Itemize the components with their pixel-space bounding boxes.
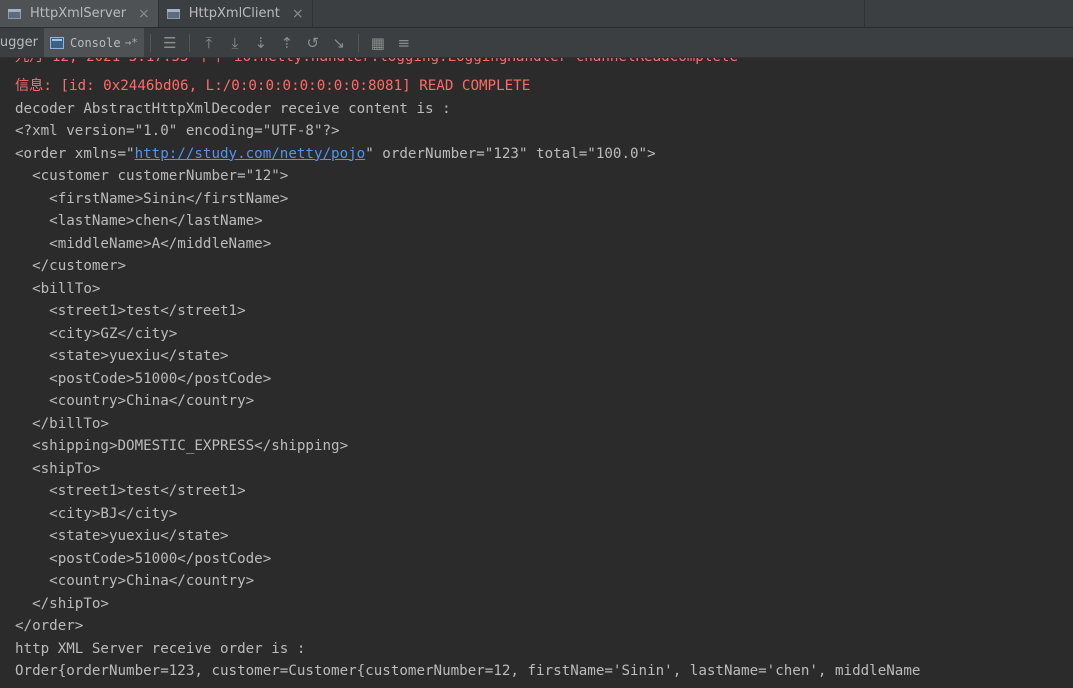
tab-label: HttpXmlServer [30, 6, 127, 21]
log-info-line: 信息: [id: 0x2446bd06, L:/0:0:0:0:0:0:0:0:… [15, 78, 531, 94]
toolbar-divider [357, 33, 359, 52]
xml-text: <order xmlns=" [15, 145, 135, 162]
step-out-icon[interactable]: ⇡ [274, 32, 300, 54]
console-line: <country>China</country> [15, 573, 255, 589]
console-line: <shipTo> [15, 460, 101, 477]
toolbar-divider [149, 33, 151, 52]
console-line: <lastName>chen</lastName> [15, 213, 263, 229]
console-line: <firstName>Sinin</firstName> [15, 190, 289, 207]
console-line: <billTo> [15, 280, 101, 297]
console-line: <city>BJ</city> [15, 505, 178, 522]
console-line: <order xmlns="http://study.com/netty/poj… [15, 143, 656, 166]
debugger-label: Debugger [0, 35, 38, 50]
console-line: <state>yuexiu</state> [15, 348, 229, 364]
application-window-icon [8, 8, 22, 20]
pin-icon[interactable]: →* [125, 36, 138, 49]
run-toolbar: Debugger Console →* ☰ ⤒ ⤓ ⇣ ⇡ ↺ ↘ ▦ ≡ [0, 28, 1073, 58]
namespace-link[interactable]: http://study.com/netty/pojo [135, 146, 366, 162]
tab-bar-right-area [864, 0, 1073, 27]
console-line: <middleName>A</middleName> [15, 235, 272, 252]
toolbar-divider [188, 33, 190, 52]
console-icon [50, 36, 64, 49]
tab-httpxmlserver[interactable]: HttpXmlServer × [0, 0, 159, 27]
console-line: <street1>test</street1> [15, 303, 246, 319]
console-line: <postCode>51000</postCode> [15, 370, 272, 387]
console-line: </billTo> [15, 415, 109, 432]
scroll-to-top-icon[interactable]: ⤒ [196, 32, 222, 54]
list-settings-icon[interactable]: ≡ [391, 32, 417, 54]
restart-icon[interactable]: ↺ [300, 32, 326, 54]
console-line: <country>China</country> [15, 393, 255, 409]
console-line: <customer customerNumber="12"> [15, 168, 289, 184]
console-line: </customer> [15, 258, 127, 274]
console-line: <shipping>DOMESTIC_EXPRESS</shipping> [15, 438, 349, 454]
console-line: </shipTo> [15, 595, 109, 612]
cursor-icon[interactable]: ↘ [326, 32, 352, 54]
log-timestamp-line: 九月 12, 2021 3:17:53 下午 io.netty.handler.… [15, 58, 738, 69]
step-into-icon[interactable]: ⇣ [248, 32, 274, 54]
console-line: <?xml version="1.0" encoding="UTF-8"?> [15, 123, 340, 139]
table-icon[interactable]: ▦ [365, 32, 391, 54]
menu-icon[interactable]: ☰ [157, 32, 183, 54]
tab-console[interactable]: Console →* [44, 28, 144, 57]
console-line: <state>yuexiu</state> [15, 528, 229, 544]
close-icon[interactable]: × [292, 6, 304, 22]
close-icon[interactable]: × [138, 6, 150, 22]
console-line: decoder AbstractHttpXmlDecoder receive c… [15, 100, 451, 117]
xml-text: " orderNumber="123" total="100.0"> [365, 145, 656, 162]
console-line: </order> [15, 618, 84, 634]
console-label: Console [70, 35, 121, 50]
console-line: http XML Server receive order is : [15, 640, 306, 657]
console-output: 九月 12, 2021 3:17:53 下午 io.netty.handler.… [0, 58, 1073, 688]
console-line: <postCode>51000</postCode> [15, 550, 272, 567]
console-line: Order{orderNumber=123, customer=Customer… [15, 663, 921, 679]
tab-label: HttpXmlClient [188, 6, 280, 21]
editor-tab-bar: HttpXmlServer × HttpXmlClient × [0, 0, 1073, 28]
download-icon[interactable]: ⤓ [222, 32, 248, 54]
application-window-icon [166, 8, 181, 20]
tab-debugger[interactable]: Debugger [0, 35, 38, 50]
tab-bar-spacer [313, 0, 864, 27]
tab-httpxmlclient[interactable]: HttpXmlClient × [159, 0, 313, 27]
console-line: <street1>test</street1> [15, 483, 246, 499]
console-line: <city>GZ</city> [15, 325, 178, 342]
